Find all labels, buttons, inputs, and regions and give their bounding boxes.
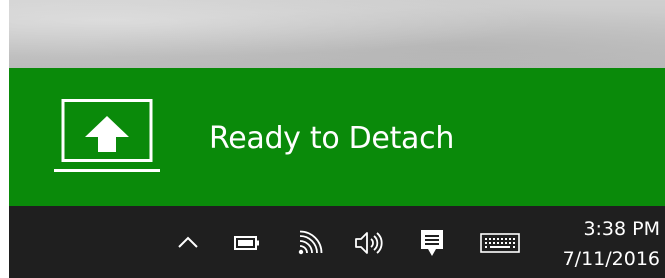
clock-date: 7/11/2016 [562,248,660,270]
screen: Ready to Detach 3:38 PM 7/11/2016 [9,0,665,278]
keyboard-icon[interactable] [480,233,520,253]
detach-notification-banner[interactable]: Ready to Detach [9,68,665,206]
taskbar: 3:38 PM 7/11/2016 [9,206,665,278]
system-clock[interactable]: 3:38 PM 7/11/2016 [550,214,660,274]
detach-laptop-upload-icon [54,99,160,175]
notification-message: Ready to Detach [209,121,455,156]
wifi-icon[interactable] [297,230,323,256]
desktop-background [9,0,665,68]
speaker-icon[interactable] [354,230,386,256]
action-center-icon[interactable] [420,229,444,257]
clock-time: 3:38 PM [583,218,660,240]
chevron-up-icon[interactable] [177,234,199,250]
battery-icon[interactable] [234,236,260,250]
